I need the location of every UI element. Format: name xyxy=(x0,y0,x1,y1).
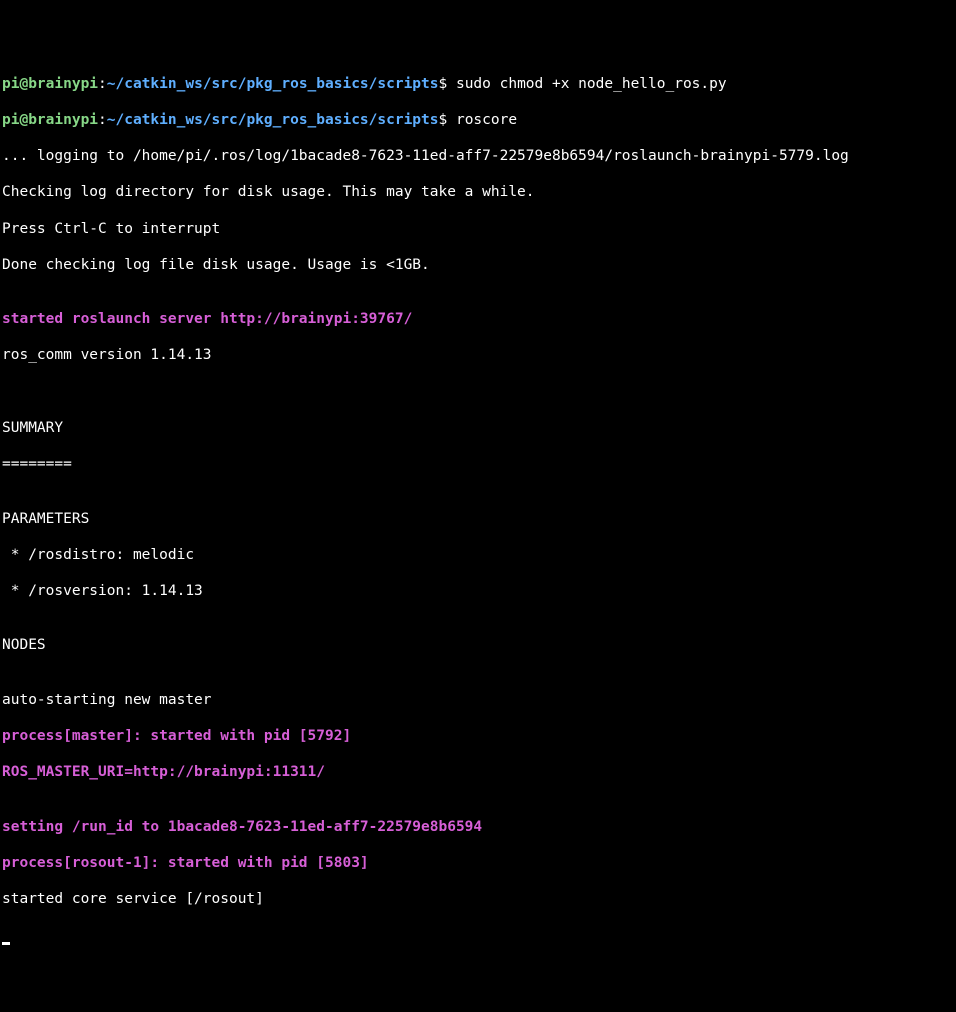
working-dir: ~/catkin_ws/src/pkg_ros_basics/scripts xyxy=(107,112,439,128)
output-roscomm: ros_comm version 1.14.13 xyxy=(2,346,954,364)
output-parameters: PARAMETERS xyxy=(2,510,954,528)
user-host: pi@brainypi xyxy=(2,112,98,128)
output-summary: SUMMARY xyxy=(2,419,954,437)
output-logging: ... logging to /home/pi/.ros/log/1bacade… xyxy=(2,147,954,165)
output-rosversion: * /rosversion: 1.14.13 xyxy=(2,582,954,600)
prompt-line-1: pi@brainypi:~/catkin_ws/src/pkg_ros_basi… xyxy=(2,75,954,93)
output-nodes: NODES xyxy=(2,636,954,654)
output-autostart: auto-starting new master xyxy=(2,691,954,709)
output-coreservice: started core service [/rosout] xyxy=(2,890,954,908)
output-done: Done checking log file disk usage. Usage… xyxy=(2,256,954,274)
colon: : xyxy=(98,76,107,92)
dollar: $ xyxy=(439,112,456,128)
cursor-line[interactable] xyxy=(2,926,954,944)
user-host: pi@brainypi xyxy=(2,76,98,92)
output-server: started roslaunch server http://brainypi… xyxy=(2,310,954,328)
command-2: roscore xyxy=(456,112,517,128)
dollar: $ xyxy=(439,76,456,92)
colon: : xyxy=(98,112,107,128)
output-runid: setting /run_id to 1bacade8-7623-11ed-af… xyxy=(2,818,954,836)
output-equals: ======== xyxy=(2,455,954,473)
output-ctrlc: Press Ctrl-C to interrupt xyxy=(2,220,954,238)
output-checking: Checking log directory for disk usage. T… xyxy=(2,183,954,201)
command-1: sudo chmod +x node_hello_ros.py xyxy=(456,76,727,92)
output-procrosout: process[rosout-1]: started with pid [580… xyxy=(2,854,954,872)
output-rosdistro: * /rosdistro: melodic xyxy=(2,546,954,564)
prompt-line-2: pi@brainypi:~/catkin_ws/src/pkg_ros_basi… xyxy=(2,111,954,129)
cursor-icon xyxy=(2,942,10,945)
working-dir: ~/catkin_ws/src/pkg_ros_basics/scripts xyxy=(107,76,439,92)
output-masteruri: ROS_MASTER_URI=http://brainypi:11311/ xyxy=(2,763,954,781)
output-procmaster: process[master]: started with pid [5792] xyxy=(2,727,954,745)
